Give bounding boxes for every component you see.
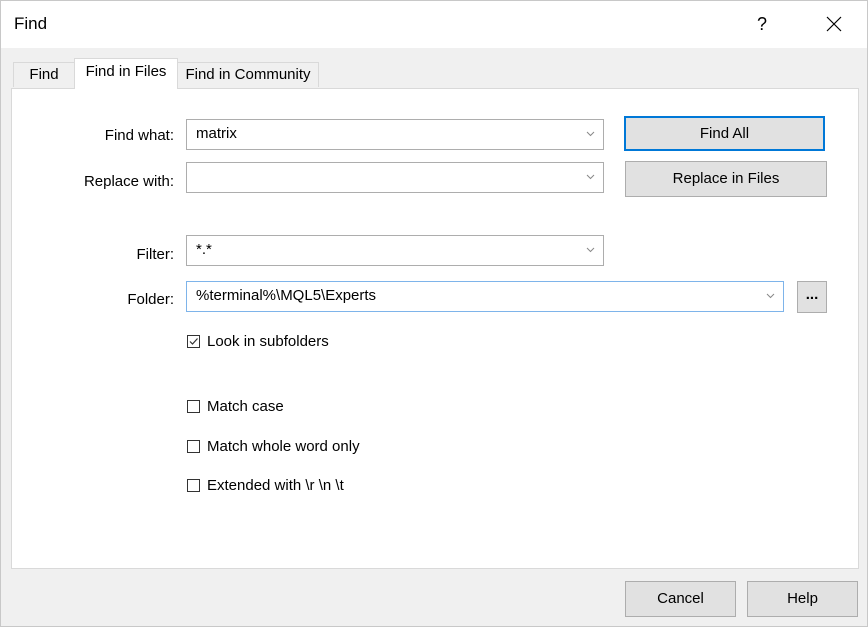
help-label: Help (787, 590, 818, 607)
find-dialog: Find ? Find Find in Files Find in Commun… (0, 0, 868, 627)
find-what-label: Find what: (104, 127, 174, 144)
close-icon (826, 16, 842, 32)
extended-checkbox[interactable]: Extended with \r \n \t (187, 477, 387, 497)
cancel-button[interactable]: Cancel (625, 581, 736, 617)
chevron-down-icon[interactable] (586, 131, 595, 137)
checkbox-label: Match whole word only (207, 438, 360, 455)
checkbox-box (187, 440, 200, 453)
tab-label: Find in Community (185, 66, 311, 83)
filter-combobox[interactable]: *.* (186, 235, 604, 266)
browse-folder-button[interactable]: ... (797, 281, 827, 313)
tab-find-in-community[interactable]: Find in Community (177, 62, 319, 87)
folder-combobox[interactable]: %terminal%\MQL5\Experts (186, 281, 784, 312)
match-whole-word-checkbox[interactable]: Match whole word only (187, 438, 387, 458)
window-title: Find (14, 14, 48, 33)
replace-with-label: Replace with: (83, 173, 174, 190)
checkbox-label: Extended with \r \n \t (207, 477, 344, 494)
replace-with-combobox[interactable] (186, 162, 604, 193)
find-what-combobox[interactable]: matrix (186, 119, 604, 150)
filter-label: Filter: (136, 246, 175, 263)
chevron-down-icon[interactable] (586, 247, 595, 253)
checkbox-label: Look in subfolders (207, 333, 329, 350)
tab-find-in-files[interactable]: Find in Files (74, 58, 178, 89)
close-button[interactable] (819, 9, 849, 39)
browse-label: ... (805, 286, 819, 303)
tab-label: Find in Files (85, 63, 167, 80)
folder-value: %terminal%\MQL5\Experts (196, 287, 377, 304)
help-button[interactable]: Help (747, 581, 858, 617)
help-title-button[interactable]: ? (747, 9, 777, 39)
look-in-subfolders-checkbox[interactable]: Look in subfolders (187, 333, 387, 353)
checkbox-box (187, 400, 200, 413)
chevron-down-icon[interactable] (586, 174, 595, 180)
chevron-down-icon[interactable] (766, 293, 775, 299)
folder-label: Folder: (127, 291, 174, 308)
match-case-checkbox[interactable]: Match case (187, 398, 387, 418)
replace-in-files-label: Replace in Files (672, 170, 780, 187)
checkbox-box (187, 479, 200, 492)
cancel-label: Cancel (657, 590, 704, 607)
checkbox-label: Match case (207, 398, 284, 415)
title-bar: Find ? (1, 1, 867, 48)
tab-find[interactable]: Find (13, 62, 75, 87)
replace-in-files-button[interactable]: Replace in Files (625, 161, 827, 197)
tab-label: Find (29, 66, 59, 83)
find-what-value: matrix (196, 125, 237, 142)
checkmark-icon (189, 338, 198, 345)
find-all-label: Find All (699, 125, 750, 142)
find-all-button[interactable]: Find All (624, 116, 825, 151)
filter-value: *.* (196, 241, 212, 258)
checkbox-box (187, 335, 200, 348)
